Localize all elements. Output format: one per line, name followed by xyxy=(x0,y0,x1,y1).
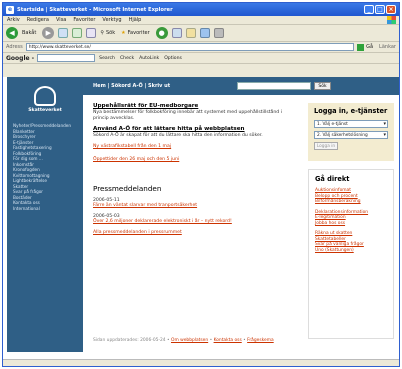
go-icon xyxy=(357,43,365,51)
google-check-button[interactable]: Check xyxy=(120,56,134,61)
address-label: Adress xyxy=(6,44,23,50)
eservice-select[interactable]: 1. Välj e-tjänst xyxy=(314,120,388,128)
google-toolbar: Google - Search Check AutoLink Options xyxy=(3,53,399,64)
site-search-button[interactable]: Sök xyxy=(314,82,331,90)
article-text: Nya bestämmelser för folkbokföring inneb… xyxy=(93,110,282,121)
address-bar: Adress http://www.skatteverket.se/ Gå Lä… xyxy=(3,42,399,53)
press-link[interactable]: Färre än väntat slarvar med tranportsäke… xyxy=(93,203,288,208)
article-title[interactable]: Uppehållsrätt för EU-medborgare xyxy=(93,103,288,109)
window-title: Startsida | Skatteverket - Microsoft Int… xyxy=(17,6,173,13)
article-text: Sökord A-Ö är skapat för att du lättare … xyxy=(93,133,263,139)
media-icon[interactable]: ● xyxy=(155,27,168,39)
address-input[interactable]: http://www.skatteverket.se/ xyxy=(25,43,355,51)
security-select[interactable]: 2. Välj säkerhetslösning xyxy=(314,131,388,139)
quick-links-group: Deklarationsinformation E-legitimation J… xyxy=(315,210,387,227)
go-button[interactable]: Gå xyxy=(357,43,373,51)
menu-help[interactable]: Hjälp xyxy=(129,17,142,23)
search-icon: ⚲ xyxy=(100,30,104,36)
quick-link[interactable]: Bilförmånsberäkning xyxy=(315,199,387,205)
quick-links-group: Auktionsinfomat Belopp och procent Bilfö… xyxy=(315,188,387,205)
sidebar: Skatteverket Nyheter/Pressmeddelanden Bl… xyxy=(7,77,83,352)
all-press-link[interactable]: Alla pressmeddelanden i pressrummet xyxy=(93,230,288,235)
page-footer: Sidan uppdaterades: 2006-05-24 • Om webb… xyxy=(93,338,274,343)
menu-bar: Arkiv Redigera Visa Favoriter Verktyg Hj… xyxy=(3,16,399,25)
maximize-button[interactable]: □ xyxy=(375,5,385,14)
main-column: Uppehållsrätt för EU-medborgare Nya best… xyxy=(93,103,288,241)
about-site-link[interactable]: Om webbplatsen xyxy=(171,338,208,343)
google-options-button[interactable]: Options xyxy=(164,56,182,61)
minimize-button[interactable]: _ xyxy=(364,5,374,14)
quick-link[interactable]: Uno (Skattungen) xyxy=(315,248,387,254)
menu-view[interactable]: Visa xyxy=(56,17,66,23)
menu-file[interactable]: Arkiv xyxy=(7,17,20,23)
close-button[interactable]: × xyxy=(386,5,396,14)
print-icon[interactable] xyxy=(213,28,224,38)
browser-window: e Startsida | Skatteverket - Microsoft I… xyxy=(2,2,400,367)
refresh-icon[interactable] xyxy=(72,28,83,38)
folder-icon[interactable] xyxy=(185,28,196,38)
back-label[interactable]: Bakåt xyxy=(22,30,36,36)
login-title: Logga in, e-tjänster xyxy=(314,107,388,115)
page-content: Skatteverket Nyheter/Pressmeddelanden Bl… xyxy=(3,77,399,366)
sidenav-item[interactable]: International xyxy=(13,206,77,212)
site-search-input[interactable] xyxy=(237,82,311,90)
windows-logo-icon xyxy=(387,16,396,24)
star-icon: ★ xyxy=(121,30,126,36)
menu-favorites[interactable]: Favoriter xyxy=(73,17,95,23)
google-search-input[interactable] xyxy=(37,54,96,62)
sidenav-item[interactable]: Nyheter/Pressmeddelanden xyxy=(13,123,77,129)
back-icon[interactable]: ◀ xyxy=(6,27,18,39)
ie-icon: e xyxy=(6,5,14,14)
site-logo[interactable]: Skatteverket xyxy=(7,77,83,121)
home-icon[interactable] xyxy=(86,28,97,38)
history-icon[interactable] xyxy=(171,28,182,38)
google-autolink-button[interactable]: AutoLink xyxy=(139,56,159,61)
quick-link[interactable]: Jobba hos oss xyxy=(315,221,387,227)
news-link[interactable]: Ny västrafikstabell från den 1 maj xyxy=(93,144,288,149)
google-search-button[interactable]: Search xyxy=(99,56,115,61)
search-button[interactable]: ⚲ Sök xyxy=(100,30,115,36)
article-title[interactable]: Använd A-Ö för att lättare hitta på webb… xyxy=(93,126,288,132)
quick-links-group: Räkna ut skatten Skattetabeller Svar på … xyxy=(315,231,387,253)
login-box: Logga in, e-tjänster 1. Välj e-tjänst 2.… xyxy=(308,103,394,161)
status-bar xyxy=(3,359,399,366)
right-column: Logga in, e-tjänster 1. Välj e-tjänst 2.… xyxy=(308,103,394,339)
question-form-link[interactable]: Frågeskema xyxy=(247,338,274,343)
login-button[interactable]: Logga in xyxy=(314,142,338,150)
quick-links-box: Gå direkt Auktionsinfomat Belopp och pro… xyxy=(308,169,394,339)
toolbar: ◀ Bakåt ▶ ⚲ Sök ★ Favoriter ● xyxy=(3,25,399,42)
forward-icon[interactable]: ▶ xyxy=(42,27,55,39)
stop-icon[interactable] xyxy=(58,28,69,38)
quick-links-title: Gå direkt xyxy=(315,175,350,183)
top-navigation[interactable]: Hem | Sökord A-Ö | Skriv ut xyxy=(93,83,170,89)
news-link[interactable]: Öppettider den 26 maj och den 5 juni xyxy=(93,157,288,162)
press-heading: Pressmeddelanden xyxy=(93,183,162,193)
contact-link[interactable]: Kontakta oss xyxy=(214,338,242,343)
menu-edit[interactable]: Redigera xyxy=(27,17,49,23)
site-topbar: Hem | Sökord A-Ö | Skriv ut Sök xyxy=(83,77,399,95)
google-logo[interactable]: Google - xyxy=(6,55,34,62)
press-link[interactable]: Över 2,6 miljoner deklarerade elektronis… xyxy=(93,219,288,224)
mail-icon[interactable] xyxy=(199,28,210,38)
menu-tools[interactable]: Verktyg xyxy=(102,17,121,23)
favorites-button[interactable]: ★ Favoriter xyxy=(121,30,150,36)
title-bar: e Startsida | Skatteverket - Microsoft I… xyxy=(3,3,399,16)
links-button[interactable]: Länkar xyxy=(379,44,396,50)
crown-emblem-icon xyxy=(34,85,56,106)
side-navigation: Nyheter/Pressmeddelanden Blanketter Bros… xyxy=(7,121,83,213)
